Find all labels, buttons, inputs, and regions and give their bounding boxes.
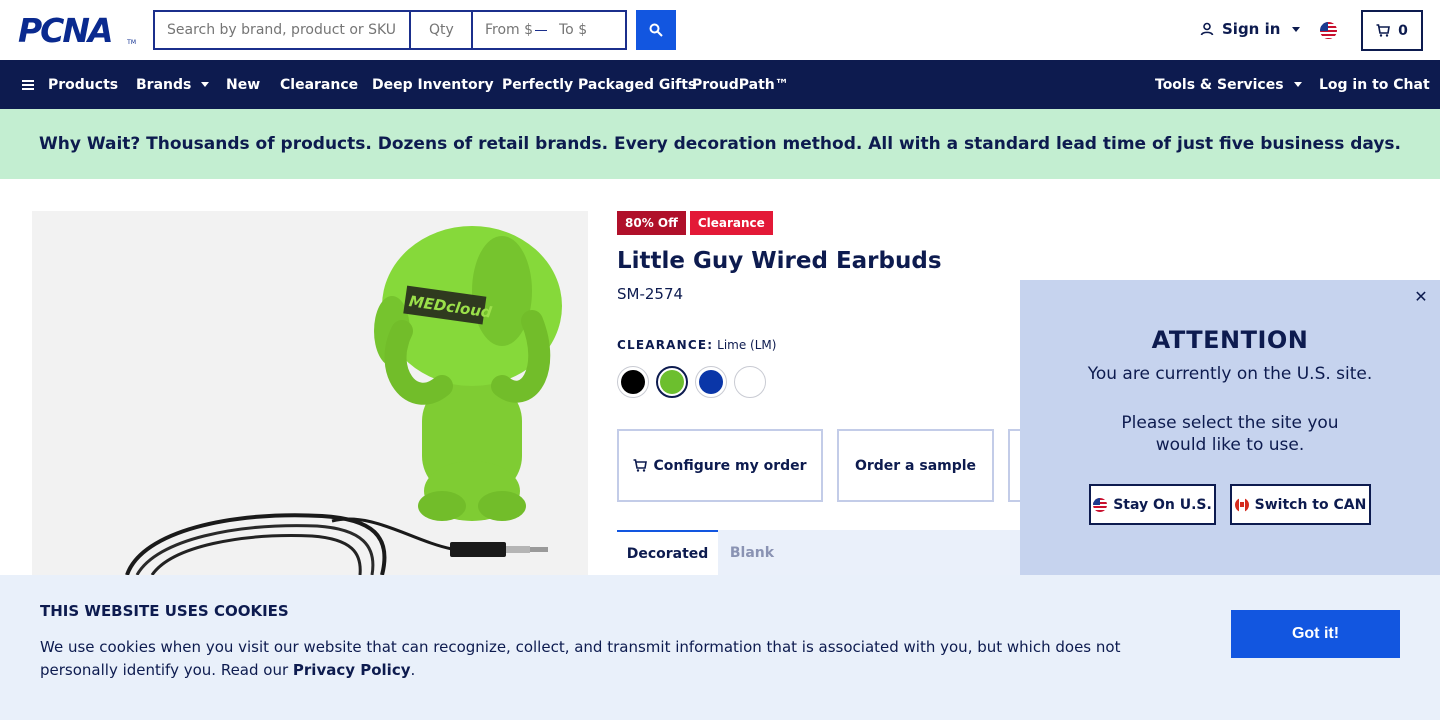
modal-title: ATTENTION [1151,326,1309,354]
product-image[interactable]: MEDcloud [32,211,588,575]
swatch-blue[interactable] [695,366,727,398]
nav-clearance[interactable]: Clearance [280,60,358,109]
nav-products[interactable]: Products [22,60,118,109]
logo-text: PCNA [18,11,114,50]
product-sku: SM-2574 [617,285,684,303]
nav-brands-label: Brands [136,76,192,93]
cart-count: 0 [1398,22,1408,39]
pcna-logo[interactable]: PCNA TM [18,14,136,48]
swatch-fill [699,370,723,394]
hamburger-icon [22,79,34,90]
order-sample-button[interactable]: Order a sample [837,429,994,502]
sign-in-menu[interactable]: Sign in [1200,20,1301,38]
stay-us-label: Stay On U.S. [1113,496,1212,513]
discount-badge: 80% Off [617,211,686,235]
promo-text: Why Wait? Thousands of products. Dozens … [38,134,1402,154]
cookie-text-end: . [410,661,416,679]
color-swatches [617,366,766,398]
us-flag-icon[interactable] [1320,22,1337,39]
privacy-policy-link[interactable]: Privacy Policy [293,661,411,679]
product-badges: 80% Off Clearance [617,211,773,235]
earbuds-illustration: MEDcloud [125,226,562,575]
chevron-down-icon [1292,26,1301,32]
configure-order-label: Configure my order [653,457,807,474]
cart-button[interactable]: 0 [1361,10,1423,51]
product-title: Little Guy Wired Earbuds [617,248,942,274]
modal-select-site-text: Please select the site you would like to… [1121,413,1339,455]
nav-tools-services[interactable]: Tools & Services [1155,60,1302,109]
selected-color-label: CLEARANCE: Lime (LM) [617,338,776,352]
cookie-text: We use cookies when you visit our websit… [40,636,1140,682]
configure-order-button[interactable]: Configure my order [617,429,823,502]
chevron-down-icon [1293,82,1302,87]
switch-can-label: Switch to CAN [1254,496,1367,513]
swatch-fill [738,370,762,394]
price-dash [535,29,547,31]
swatch-lime[interactable] [656,366,688,398]
close-icon[interactable]: ✕ [1414,289,1428,305]
price-from-input[interactable] [485,22,535,38]
nav-gifts[interactable]: Perfectly Packaged Gifts [502,60,696,109]
main-nav: Products Brands New Clearance Deep Inven… [0,60,1440,109]
price-to-input[interactable] [559,22,609,38]
chevron-down-icon [201,82,210,87]
nav-proudpath[interactable]: ProudPath™ [692,60,789,109]
swatch-black[interactable] [617,366,649,398]
canada-flag-icon [1234,497,1249,512]
cookie-title: THIS WEBSITE USES COOKIES [40,602,289,620]
tab-decorated[interactable]: Decorated [617,530,718,575]
swatch-white[interactable] [734,366,766,398]
search-icon [649,23,663,37]
site-selection-modal: ✕ ATTENTION You are currently on the U.S… [1020,280,1440,575]
cookie-banner: THIS WEBSITE USES COOKIES We use cookies… [0,575,1440,720]
swatch-fill [621,370,645,394]
cart-icon [633,459,648,472]
price-range [473,12,625,48]
promo-banner: Why Wait? Thousands of products. Dozens … [0,109,1440,179]
nav-deep-inventory[interactable]: Deep Inventory [372,60,494,109]
user-icon [1200,22,1214,36]
search-button[interactable] [636,10,676,50]
clearance-badge: Clearance [689,211,773,235]
nav-products-label: Products [48,76,119,93]
search-input[interactable] [155,12,411,48]
accept-cookies-button[interactable]: Got it! [1231,610,1400,658]
us-flag-icon [1093,497,1108,512]
nav-tools-label: Tools & Services [1155,76,1284,93]
nav-brands[interactable]: Brands [136,60,210,109]
qty-input[interactable] [411,12,473,48]
nav-chat[interactable]: Log in to Chat [1319,60,1430,109]
tab-blank[interactable]: Blank [720,530,784,575]
swatch-fill [660,370,684,394]
selected-color-name: Lime (LM) [717,338,777,352]
clearance-label: CLEARANCE: [617,338,714,352]
nav-new[interactable]: New [226,60,260,109]
cookie-body: We use cookies when you visit our websit… [40,638,1121,679]
cart-icon [1376,24,1391,37]
site-header: PCNA TM Sign in 0 [0,0,1440,60]
search-group [153,10,627,50]
sign-in-label: Sign in [1222,20,1281,38]
modal-current-site-text: You are currently on the U.S. site. [1087,364,1373,384]
logo-trademark: TM [127,39,136,46]
order-sample-label: Order a sample [854,457,977,474]
switch-can-button[interactable]: Switch to CAN [1230,484,1371,525]
stay-us-button[interactable]: Stay On U.S. [1089,484,1216,525]
